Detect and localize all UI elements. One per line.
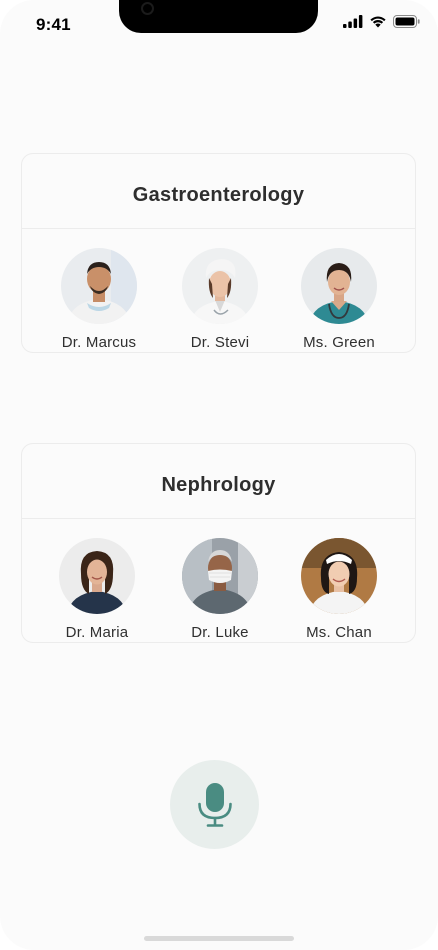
doctor-item-marcus[interactable]: Dr. Marcus <box>44 248 154 351</box>
doctor-item-luke[interactable]: Dr. Luke <box>165 538 275 641</box>
doctor-name: Dr. Marcus <box>61 334 137 351</box>
department-card-nephrology: Nephrology Dr. Maria Dr. Luke Ms. Chan <box>21 443 416 643</box>
department-title: Gastroenterology <box>132 184 305 206</box>
voice-input-button[interactable] <box>170 760 259 849</box>
doctor-name: Ms. Green <box>303 334 375 351</box>
wifi-icon <box>369 15 387 33</box>
device-notch <box>119 0 318 33</box>
card-divider <box>22 228 415 229</box>
card-divider <box>22 518 415 519</box>
doctor-item-maria[interactable]: Dr. Maria <box>42 538 152 641</box>
doctor-name: Dr. Stevi <box>190 334 250 351</box>
microphone-icon[interactable] <box>196 782 234 833</box>
status-time: 9:41 <box>36 15 71 34</box>
doctor-item-chan[interactable]: Ms. Chan <box>284 538 394 641</box>
front-camera <box>141 2 154 15</box>
cellular-signal-icon <box>343 15 363 33</box>
doctor-avatar[interactable] <box>61 248 137 324</box>
doctor-avatar[interactable] <box>301 248 377 324</box>
doctor-avatar[interactable] <box>182 538 258 614</box>
doctor-name: Dr. Maria <box>65 624 129 641</box>
doctor-avatar[interactable] <box>301 538 377 614</box>
battery-icon <box>393 15 420 33</box>
doctor-avatar[interactable] <box>59 538 135 614</box>
doctor-item-green[interactable]: Ms. Green <box>284 248 394 351</box>
doctor-name: Dr. Luke <box>191 624 249 641</box>
phone-screen: 9:41 Gastroenterology Dr. Marcus Dr. Ste… <box>0 0 438 950</box>
department-card-gastroenterology: Gastroenterology Dr. Marcus Dr. Stevi Ms… <box>21 153 416 353</box>
doctor-name: Ms. Chan <box>306 624 372 641</box>
doctor-avatar[interactable] <box>182 248 258 324</box>
status-icons <box>343 15 420 33</box>
department-title: Nephrology <box>161 474 276 496</box>
doctor-item-stevi[interactable]: Dr. Stevi <box>165 248 275 351</box>
home-indicator <box>144 936 294 941</box>
